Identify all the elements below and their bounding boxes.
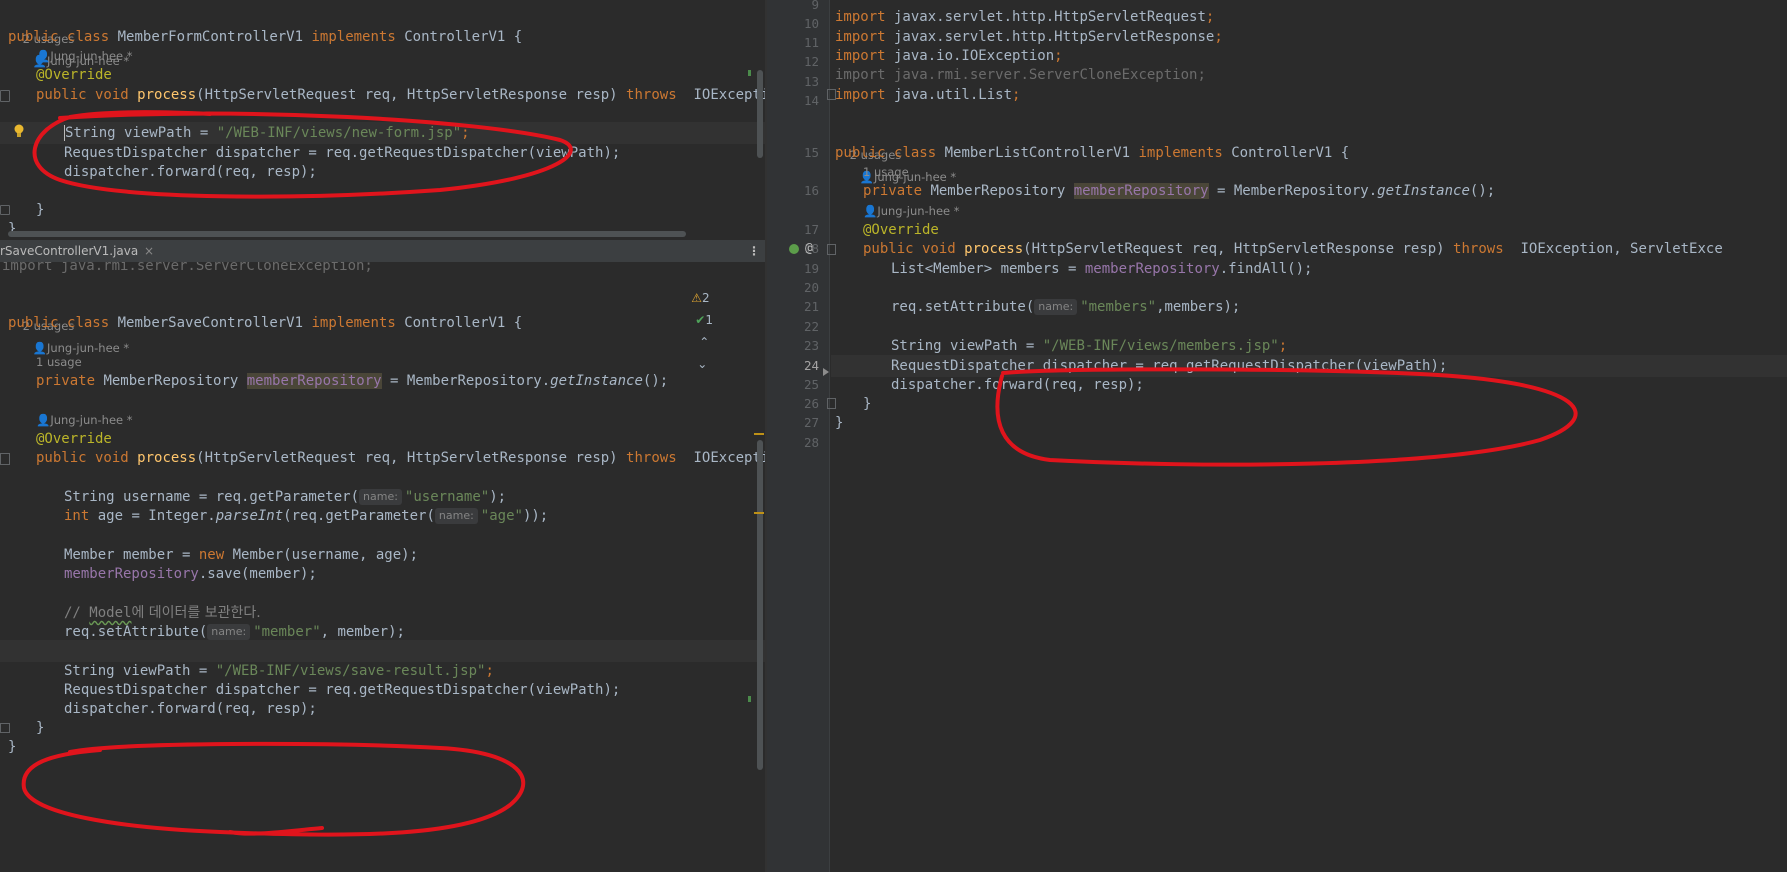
code-line-findall[interactable]: List<Member> members = memberRepository.… <box>891 258 1312 280</box>
fold-marker-icon[interactable] <box>827 89 836 100</box>
param-hint: name: <box>359 489 402 505</box>
import-line[interactable]: import java.rmi.server.ServerCloneExcept… <box>835 64 1206 86</box>
editor-right: 9 10 11 12 13 14 15 16 17 18 19 20 21 22 23 24 25 26 27 28 … <box>767 0 1787 872</box>
class-declaration[interactable]: public class MemberListControllerV1 impl… <box>835 142 1349 164</box>
import-line[interactable]: import javax.servlet.http.HttpServletReq… <box>835 6 1214 28</box>
code-line-viewpath[interactable]: String viewPath = "/WEB-INF/views/member… <box>891 335 1287 357</box>
warning-icon[interactable]: ⚠ <box>691 291 702 305</box>
code-line-forward[interactable]: dispatcher.forward(req, resp); <box>64 698 317 720</box>
code-line-viewpath[interactable]: String viewPath = "/WEB-INF/views/new-fo… <box>64 122 470 144</box>
editor-tab-bar: rSaveControllerV1.java × ⋮ <box>0 240 765 264</box>
chevron-up-icon[interactable]: ⌃ <box>699 335 709 349</box>
breakpoint-arrow-icon <box>823 368 829 376</box>
more-options-icon[interactable]: ⋮ <box>748 240 760 262</box>
implements-method-icon[interactable] <box>789 244 799 254</box>
code-line-setattribute[interactable]: req.setAttribute(name: "member", member); <box>64 621 405 643</box>
tab-membersavecontroller[interactable]: rSaveControllerV1.java × <box>0 240 161 264</box>
current-line-highlight <box>0 640 765 662</box>
user-icon: 👤 <box>863 204 878 218</box>
inspection-widget[interactable]: ⚠2 ✔1 ⌃ ⌄ <box>676 265 713 371</box>
horizontal-scrollbar[interactable] <box>8 231 686 237</box>
method-declaration[interactable]: public void process(HttpServletRequest r… <box>36 447 765 469</box>
fold-marker-icon[interactable] <box>0 453 10 465</box>
line-number[interactable]: 12 <box>767 51 819 73</box>
vertical-scrollbar[interactable] <box>757 440 763 770</box>
warning-stripe-marker[interactable] <box>754 433 764 435</box>
at-annotation-icon[interactable]: @ <box>805 238 813 260</box>
editor-top-left: 2 usages 👤Jung-jun-hee * public class Me… <box>0 0 765 240</box>
fold-marker-icon[interactable] <box>827 244 836 255</box>
chevron-down-icon[interactable]: ⌄ <box>697 357 707 371</box>
check-icon[interactable]: ✔ <box>695 313 705 327</box>
fold-marker-icon[interactable] <box>827 398 836 409</box>
method-declaration[interactable]: public void process(HttpServletRequest r… <box>36 84 765 106</box>
code-line-forward[interactable]: dispatcher.forward(req, resp); <box>64 161 317 183</box>
line-number[interactable]: 27 <box>767 412 819 434</box>
import-line[interactable]: import java.util.List; <box>835 84 1020 106</box>
class-declaration[interactable]: public class MemberSaveControllerV1 impl… <box>8 312 522 334</box>
editor-bottom-left: import java.rmi.server.ServerCloneExcept… <box>0 262 765 872</box>
class-close-brace: } <box>835 415 844 431</box>
method-declaration[interactable]: public void process(HttpServletRequest r… <box>863 238 1723 260</box>
user-icon: 👤 <box>36 49 51 63</box>
fold-marker-icon[interactable] <box>0 205 10 215</box>
scrolled-import-line: import java.rmi.server.ServerCloneExcept… <box>2 262 373 274</box>
line-number[interactable]: 15 <box>767 142 819 164</box>
fold-marker-icon[interactable] <box>0 90 10 102</box>
vertical-scrollbar[interactable] <box>757 70 763 158</box>
line-number[interactable]: 16 <box>767 180 819 202</box>
fold-marker-icon[interactable] <box>0 723 10 733</box>
warning-stripe-marker[interactable] <box>754 512 764 514</box>
change-marker <box>748 70 751 76</box>
code-line-setattribute[interactable]: req.setAttribute(name: "members",members)… <box>891 296 1240 318</box>
lightbulb-icon[interactable] <box>13 124 25 138</box>
param-hint: name: <box>207 624 251 640</box>
class-close-brace: } <box>8 739 17 755</box>
method-close-brace: } <box>863 396 872 412</box>
codelens-usages[interactable]: 2 usages 👤Jung-jun-hee * <box>8 6 130 68</box>
code-line-save[interactable]: memberRepository.save(member); <box>64 563 317 585</box>
param-hint: name: <box>434 508 478 524</box>
method-close-brace: } <box>36 720 45 736</box>
field-declaration[interactable]: private MemberRepository memberRepositor… <box>863 180 1495 202</box>
close-icon[interactable]: × <box>144 244 154 258</box>
code-line-age[interactable]: int age = Integer.parseInt(req.getParame… <box>64 505 548 527</box>
method-close-brace: } <box>36 202 45 218</box>
line-number[interactable]: 21 <box>767 296 819 318</box>
field-declaration[interactable]: private MemberRepository memberRepositor… <box>36 370 668 392</box>
line-number[interactable]: 14 <box>767 90 819 112</box>
param-hint: name: <box>1034 299 1078 315</box>
codelens-usages[interactable]: 2 usages 👤Jung-jun-hee * <box>835 122 957 184</box>
change-marker <box>748 696 751 702</box>
line-number[interactable]: 23 <box>767 335 819 357</box>
override-annotation: @Override <box>36 67 112 83</box>
user-icon: 👤 <box>36 413 51 427</box>
line-number[interactable]: 28 <box>767 432 819 454</box>
code-line-forward[interactable]: dispatcher.forward(req, resp); <box>891 374 1144 396</box>
